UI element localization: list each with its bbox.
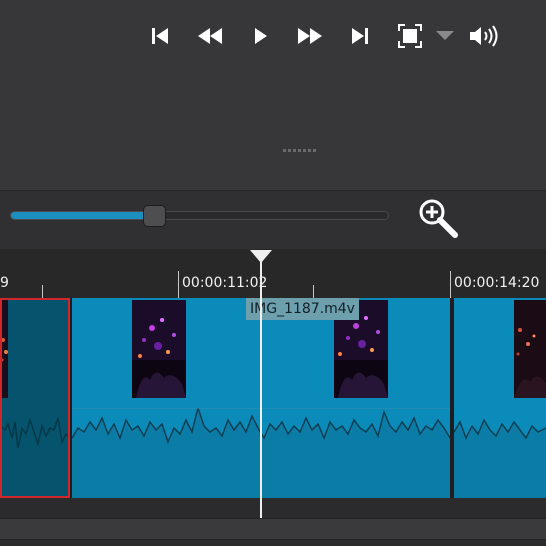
resize-grip-handle[interactable] [283, 138, 317, 152]
playhead-marker-icon[interactable] [250, 249, 272, 263]
zoom-slider-thumb[interactable] [143, 205, 167, 227]
timeline-horizontal-scrollbar[interactable] [0, 518, 546, 540]
video-clip[interactable] [454, 298, 546, 498]
ruler-tick [178, 271, 179, 298]
player-controls-panel [0, 0, 546, 190]
fullscreen-icon[interactable] [396, 22, 424, 50]
timeline-zoom-bar [0, 190, 546, 250]
ruler-time-label: 9 [0, 275, 9, 291]
selected-clip[interactable] [0, 298, 70, 498]
skip-to-start-icon[interactable] [148, 22, 172, 50]
timeline-ruler[interactable]: 9 00:00:11:02 00:00:14:20 [0, 249, 546, 298]
ruler-time-label: 00:00:14:20 [454, 275, 540, 291]
ruler-tick [313, 285, 314, 298]
zoom-slider-track[interactable] [10, 211, 389, 220]
video-track [0, 298, 546, 498]
rewind-icon[interactable] [195, 22, 225, 50]
clip-thumbnail [0, 300, 8, 398]
dropdown-arrow-icon[interactable] [435, 22, 455, 50]
clip-thumbnail [514, 300, 546, 398]
audio-waveform [454, 418, 546, 498]
audio-waveform [0, 417, 70, 498]
zoom-slider-fill [11, 212, 156, 219]
clip-thumbnail [132, 300, 186, 398]
clip-name-label: IMG_1187.m4v [246, 298, 359, 320]
ruler-tick [42, 285, 43, 298]
ruler-tick [450, 271, 451, 298]
skip-to-end-icon[interactable] [348, 22, 372, 50]
fast-forward-icon[interactable] [295, 22, 325, 50]
zoom-in-icon[interactable] [416, 196, 462, 242]
ruler-time-label: 00:00:11:02 [182, 275, 268, 291]
volume-icon[interactable] [468, 22, 500, 50]
play-icon[interactable] [250, 22, 270, 50]
playhead-line[interactable] [260, 260, 262, 518]
